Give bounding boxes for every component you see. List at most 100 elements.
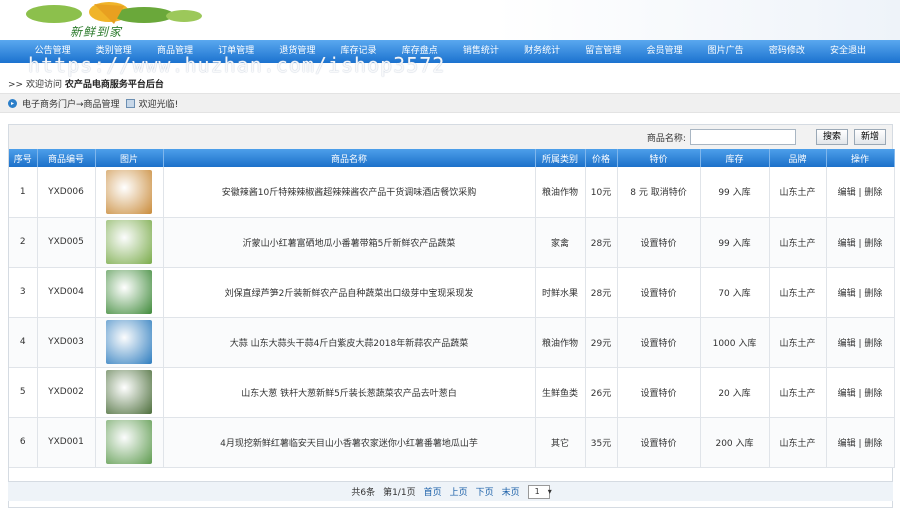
product-stock: 70 入库 bbox=[700, 267, 770, 318]
edit-link[interactable]: 编辑 bbox=[838, 289, 856, 299]
nav-item[interactable]: 安全退出 bbox=[817, 40, 878, 63]
row-index: 5 bbox=[9, 367, 38, 418]
row-actions: 编辑 | 删除 bbox=[826, 367, 895, 418]
nav-item[interactable]: 留言管理 bbox=[573, 40, 634, 63]
home-icon: ▸ bbox=[8, 98, 17, 108]
welcome-bar: >> 欢迎访问 农产品电商服务平台后台 bbox=[8, 77, 164, 90]
special-price: 8 元 取消特价 bbox=[617, 167, 701, 218]
product-category: 其它 bbox=[535, 417, 586, 468]
page-select[interactable]: 1 ▾ bbox=[527, 484, 552, 499]
special-price: 设置特价 bbox=[617, 217, 701, 268]
nav-item[interactable]: 财务统计 bbox=[512, 40, 573, 63]
breadcrumb-portal[interactable]: 电子商务门户 bbox=[22, 97, 76, 110]
product-image-cell bbox=[95, 367, 164, 418]
table-row: 2 YXD005 沂蒙山小红薯富硒地瓜小番薯带箱5斤新鲜农产品蔬菜 家禽 28元 设置特价… bbox=[9, 217, 895, 268]
product-name: 4月现挖新鲜红薯临安天目山小香薯农家迷你小红薯番薯地瓜山芋 bbox=[163, 417, 536, 468]
nav-item[interactable]: 销售统计 bbox=[450, 40, 511, 63]
product-name: 大蒜 山东大蒜头干蒜4斤白紫皮大蒜2018年新蒜农产品蔬菜 bbox=[163, 317, 536, 368]
product-price: 35元 bbox=[585, 417, 618, 468]
product-image-cell bbox=[95, 167, 164, 218]
breadcrumb-current: →商品管理 bbox=[76, 99, 120, 110]
product-code: YXD006 bbox=[37, 167, 96, 218]
delete-link[interactable]: 删除 bbox=[864, 339, 882, 349]
product-price: 10元 bbox=[585, 167, 618, 218]
nav-item[interactable]: 会员管理 bbox=[634, 40, 695, 63]
special-price: 设置特价 bbox=[617, 267, 701, 318]
product-code: YXD005 bbox=[37, 217, 96, 268]
nav-item[interactable]: 密码修改 bbox=[756, 40, 817, 63]
pager-prev[interactable]: 上页 bbox=[450, 485, 468, 498]
pager-last[interactable]: 末页 bbox=[502, 485, 520, 498]
table-row: 4 YXD003 大蒜 山东大蒜头干蒜4斤白紫皮大蒜2018年新蒜农产品蔬菜 粮油作物… bbox=[9, 317, 895, 368]
edit-link[interactable]: 编辑 bbox=[838, 239, 856, 249]
product-stock: 200 入库 bbox=[700, 417, 770, 468]
column-header: 品牌 bbox=[769, 149, 827, 167]
product-category: 家禽 bbox=[535, 217, 586, 268]
nav-item[interactable]: 库存盘点 bbox=[389, 40, 450, 63]
row-index: 4 bbox=[9, 317, 38, 368]
nav-item[interactable]: 图片广告 bbox=[695, 40, 756, 63]
product-brand: 山东土产 bbox=[769, 367, 827, 418]
search-button[interactable]: 搜索 bbox=[815, 129, 848, 145]
edit-link[interactable]: 编辑 bbox=[838, 439, 856, 449]
product-image-cell bbox=[95, 317, 164, 368]
product-image bbox=[106, 320, 152, 364]
row-index: 1 bbox=[9, 167, 38, 218]
product-image bbox=[106, 270, 152, 314]
table-row: 5 YXD002 山东大葱 铁杆大葱新鲜5斤装长葱蔬菜农产品去叶葱白 生鲜鱼类 26元设… bbox=[9, 367, 895, 418]
product-image bbox=[106, 169, 152, 214]
product-table: 序号 商品编号 图片 商品名称 所属类别 价格 特价 库存 品牌 操作 1 YXD006 安徽辣酱10… bbox=[9, 149, 895, 468]
nav-item[interactable]: 库存记录 bbox=[328, 40, 389, 63]
nav-item[interactable]: 公告管理 bbox=[22, 40, 83, 63]
product-name: 刘保直绿芦笋2斤装新鲜农产品自种蔬菜出口级芽中宝现采现发 bbox=[163, 267, 536, 318]
search-input[interactable] bbox=[689, 129, 796, 145]
table-body: 1 YXD006 安徽辣酱10斤特辣辣椒酱超辣辣酱农产品干货调味酒店餐饮采购 粮油作物… bbox=[9, 167, 895, 468]
table-row: 6 YXD001 4月现挖新鲜红薯临安天目山小香薯农家迷你小红薯番薯地瓜山芋 其它 35… bbox=[9, 417, 895, 468]
column-header: 商品编号 bbox=[37, 149, 96, 167]
add-button[interactable]: 新增 bbox=[853, 129, 886, 145]
product-stock: 20 入库 bbox=[700, 367, 770, 418]
product-price: 28元 bbox=[585, 267, 618, 318]
pagination: 共6条 第1/1页 首页 上页 下页 末页 1 ▾ bbox=[8, 481, 893, 501]
table-row: 1 YXD006 安徽辣酱10斤特辣辣椒酱超辣辣酱农产品干货调味酒店餐饮采购 粮油作物… bbox=[9, 167, 895, 218]
delete-link[interactable]: 删除 bbox=[864, 289, 882, 299]
breadcrumb-greeting: 欢迎光临! bbox=[138, 99, 179, 110]
nav-item[interactable]: 订单管理 bbox=[206, 40, 267, 63]
delete-link[interactable]: 删除 bbox=[864, 439, 882, 449]
product-price: 29元 bbox=[585, 317, 618, 368]
edit-link[interactable]: 编辑 bbox=[838, 389, 856, 399]
product-name: 沂蒙山小红薯富硒地瓜小番薯带箱5斤新鲜农产品蔬菜 bbox=[163, 217, 536, 268]
welcome-prefix: >> 欢迎访问 bbox=[8, 80, 62, 90]
nav-item[interactable]: 商品管理 bbox=[144, 40, 205, 63]
column-header: 所属类别 bbox=[535, 149, 586, 167]
nav-item[interactable]: 类别管理 bbox=[83, 40, 144, 63]
search-row: 商品名称: 搜索 新增 bbox=[9, 125, 892, 149]
product-image bbox=[106, 370, 152, 414]
edit-link[interactable]: 编辑 bbox=[838, 188, 856, 198]
logo-text: 新鲜到家 bbox=[70, 25, 123, 39]
special-price: 设置特价 bbox=[617, 367, 701, 418]
table-row: 3 YXD004 刘保直绿芦笋2斤装新鲜农产品自种蔬菜出口级芽中宝现采现发 时鲜水果 2… bbox=[9, 267, 895, 318]
product-stock: 1000 入库 bbox=[700, 317, 770, 368]
column-header: 图片 bbox=[95, 149, 164, 167]
delete-link[interactable]: 删除 bbox=[864, 188, 882, 198]
pager-first[interactable]: 首页 bbox=[424, 485, 442, 498]
row-index: 6 bbox=[9, 417, 38, 468]
row-index: 3 bbox=[9, 267, 38, 318]
column-header: 特价 bbox=[617, 149, 701, 167]
pager-next[interactable]: 下页 bbox=[476, 485, 494, 498]
row-index: 2 bbox=[9, 217, 38, 268]
product-category: 时鲜水果 bbox=[535, 267, 586, 318]
product-name: 安徽辣酱10斤特辣辣椒酱超辣辣酱农产品干货调味酒店餐饮采购 bbox=[163, 167, 536, 218]
product-image bbox=[106, 220, 152, 264]
product-price: 28元 bbox=[585, 217, 618, 268]
column-header: 价格 bbox=[585, 149, 618, 167]
page-icon bbox=[125, 98, 135, 108]
product-brand: 山东土产 bbox=[769, 267, 827, 318]
column-header: 操作 bbox=[826, 149, 895, 167]
product-image-cell bbox=[95, 417, 164, 468]
delete-link[interactable]: 删除 bbox=[864, 239, 882, 249]
nav-item[interactable]: 退货管理 bbox=[267, 40, 328, 63]
delete-link[interactable]: 删除 bbox=[864, 389, 882, 399]
edit-link[interactable]: 编辑 bbox=[838, 339, 856, 349]
